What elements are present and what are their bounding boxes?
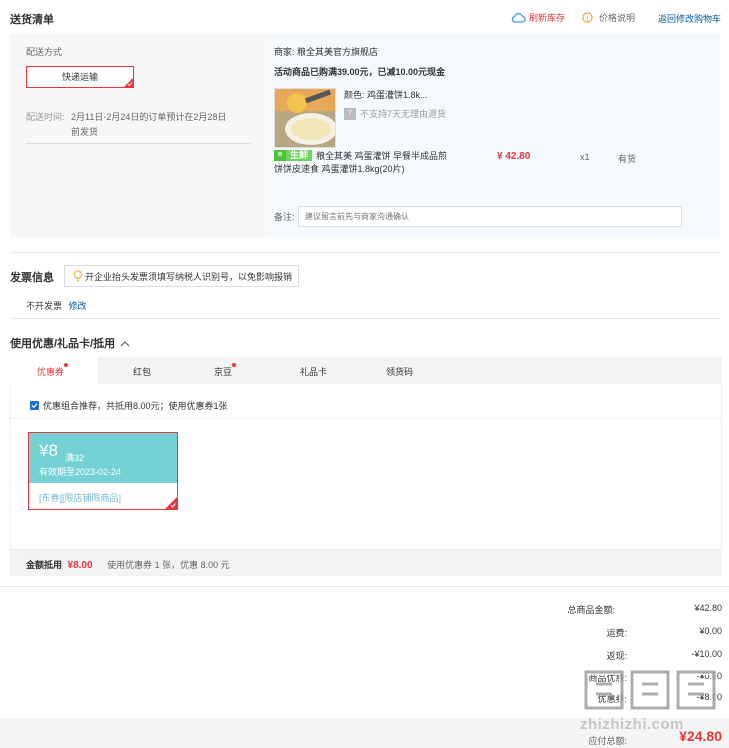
delivery-time-label: 配送时间: [26,112,65,122]
summary-label-cashback: 返现: [606,651,627,661]
color-label: 颜色: [344,90,365,100]
selected-corner-icon [124,78,133,87]
product-stock: 有货 [618,154,637,164]
summary-value-coupon: -¥8.00 [696,692,722,702]
lightbulb-icon [73,270,83,282]
deduct-detail: 使用优惠券 1 张，优惠 8.00 元 [107,560,230,570]
tab-dot [232,363,237,367]
tab-coupon[interactable]: 优惠券 [37,363,69,378]
recommend-checkbox[interactable] [30,401,39,410]
summary-value-goods: ¥42.80 [694,603,722,613]
no-return-text: 不支持7天无理由退货 [360,109,447,119]
no-return-notice: 7 不支持7天无理由退货 [344,107,446,120]
refresh-stock-link[interactable]: 刷新库存 [510,11,565,24]
product-photo [275,89,335,147]
product-name[interactable]: 粮全其美 鸡蛋灌饼 早餐半成品煎饼饼皮速食 鸡蛋灌饼1.8kg(20片) [274,150,454,176]
summary-label-coupon: 优惠券: [597,694,627,704]
delivery-time-value: 2月11日-2月24日的订单预计在2月28日前发货 [71,112,227,137]
summary-label-discount: 商品优惠: [588,673,627,683]
merchant-label: 商家: [274,47,295,57]
check-icon [31,403,38,409]
total-label: 应付总额: [588,736,627,746]
tab-gift-card[interactable]: 礼品卡 [300,365,327,378]
price-note-label: 价格说明 [599,13,636,23]
summary-value-discount: -¥0.00 [696,671,722,681]
tab-dot [64,363,69,367]
divider [10,252,720,253]
selected-corner-icon [165,497,177,509]
back-to-cart-link[interactable]: 返回修改购物车 [658,12,721,25]
coupon-card[interactable]: ¥8 满32 有效期至2023-02-24 [东券][限店铺限商品] [28,432,178,510]
merchant-info: 商家: 粮全其美官方旗舰店 [274,45,378,58]
recommend-row[interactable]: 优惠组合推荐，共抵用8.00元；使用优惠券1张 [30,399,228,412]
tab-jd-beans-label: 京豆 [214,367,233,377]
summary-value-cashback: -¥10.00 [691,649,722,659]
svg-text:!: ! [587,15,589,22]
coupon-section-toggle[interactable]: 使用优惠/礼品卡/抵用 [10,335,130,351]
coupon-section-title: 使用优惠/礼品卡/抵用 [10,338,116,350]
no-return-icon: 7 [344,107,356,120]
coupon-amount: ¥8 [39,441,58,460]
remark-input[interactable] [298,206,682,227]
color-value: 鸡蛋灌饼1.8k... [367,90,428,100]
invoice-tip: 开企业抬头发票须填写纳税人识别号，以免影响报销 [64,265,300,287]
coupon-validity: 有效期至2023-02-24 [39,467,122,477]
cloud-refresh-icon [511,12,526,23]
recommend-text: 优惠组合推荐，共抵用8.00元；使用优惠券1张 [43,401,228,411]
coupon-tag-jd: [东券] [39,493,63,503]
coupon-tabs [10,357,722,384]
coupon-condition: 满32 [65,453,85,463]
delivery-method-label: 配送方式 [26,47,63,57]
merchant-name[interactable]: 粮全其美官方旗舰店 [297,47,378,57]
delivery-method-option[interactable]: 快递运输 [26,66,134,88]
deduct-label: 金额抵用 [26,560,63,570]
shipping-title: 送货清单 [10,14,54,26]
divider [10,318,720,319]
tab-redeem-code[interactable]: 领货码 [386,365,413,378]
total-value: ¥24.80 [679,728,722,744]
divider [26,143,251,144]
deduct-amount: ¥8.00 [67,560,93,571]
divider [10,418,722,419]
divider [0,586,729,587]
deduct-row: 金额抵用 ¥8.00 使用优惠券 1 张，优惠 8.00 元 [26,558,230,571]
chevron-up-icon [120,340,130,346]
summary-value-shipping: ¥0.00 [699,626,722,636]
remark-label: 备注: [274,212,295,222]
info-icon: ! [582,12,593,23]
promo-text: 活动商品已购满39.00元，已减10.00元现金 [274,67,446,77]
product-color: 颜色: 鸡蛋灌饼1.8k... [344,88,428,101]
coupon-tags: [东券][限店铺限商品] [39,491,121,504]
invoice-value: 不开发票 [26,301,63,311]
product-price: ¥ 42.80 [497,151,531,162]
product-image[interactable] [274,88,336,148]
refresh-stock-label: 刷新库存 [529,13,566,23]
product-quantity: x1 [580,152,590,162]
delivery-method-value: 快递运输 [61,72,98,82]
tab-coupon-label: 优惠券 [37,367,65,377]
tab-red-packet[interactable]: 红包 [133,365,151,378]
coupon-tag-limit: [限店铺限商品] [62,493,122,503]
invoice-modify-link[interactable]: 修改 [69,301,87,311]
invoice-value-row: 不开发票 修改 [26,299,87,312]
invoice-tip-text: 开企业抬头发票须填写纳税人识别号，以免影响报销 [85,271,293,282]
invoice-title: 发票信息 [10,272,54,284]
summary-label-shipping: 运费: [606,628,627,638]
price-note-link[interactable]: ! 价格说明 [582,11,635,24]
summary-label-goods: 总商品金额: [567,605,615,615]
tab-jd-beans[interactable]: 京豆 [214,363,237,378]
